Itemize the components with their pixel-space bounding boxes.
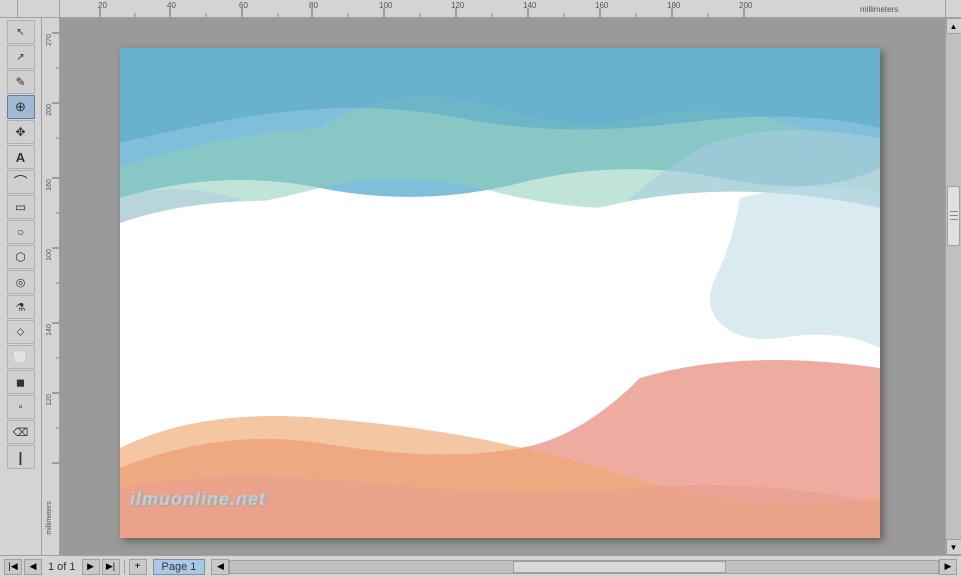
svg-text:200: 200	[46, 104, 53, 116]
app-container: 20 40 60 80 100 120 140 160 180 200	[0, 0, 961, 577]
scroll-track[interactable]	[946, 34, 961, 539]
svg-text:200: 200	[739, 1, 753, 10]
page-indicator: 1 of 1	[44, 561, 80, 573]
zoom-tool[interactable]: ⊕	[7, 95, 35, 119]
outline-tool[interactable]: ⬜	[7, 345, 35, 369]
add-page-btn[interactable]: +	[129, 559, 147, 575]
prev-page-btn[interactable]: ◀	[24, 559, 42, 575]
fill-tool[interactable]: ◼	[7, 370, 35, 394]
first-page-btn[interactable]: |◀	[4, 559, 22, 575]
pointer-tool[interactable]: ↖	[7, 20, 35, 44]
shadow-tool[interactable]: ▫	[7, 395, 35, 419]
svg-text:120: 120	[46, 394, 53, 406]
knife-tool[interactable]: |	[7, 445, 35, 469]
svg-text:180: 180	[667, 1, 681, 10]
svg-text:millimeters: millimeters	[46, 501, 53, 535]
svg-text:140: 140	[523, 1, 537, 10]
last-page-btn[interactable]: ▶|	[102, 559, 120, 575]
grip-line-3	[950, 219, 958, 220]
document-page: ilmuonline.net	[120, 48, 880, 538]
svg-text:160: 160	[595, 1, 609, 10]
grip-line-1	[950, 211, 958, 212]
polygon-tool[interactable]: ⬡	[7, 245, 35, 269]
svg-text:millimeters: millimeters	[860, 5, 898, 14]
rect-tool[interactable]: ▭	[7, 195, 35, 219]
svg-text:80: 80	[309, 1, 318, 10]
svg-text:140: 140	[46, 324, 53, 336]
eyedropper-tool[interactable]: ⚗	[7, 295, 35, 319]
curve-tool[interactable]: ⌒	[7, 170, 35, 194]
next-page-btn[interactable]: ▶	[82, 559, 100, 575]
scroll-down-btn[interactable]: ▼	[946, 539, 961, 555]
pan-tool[interactable]: ✥	[7, 120, 35, 144]
artwork-svg	[120, 48, 880, 538]
toolbar-top	[18, 0, 60, 18]
hscroll-track[interactable]	[229, 560, 939, 574]
left-toolbar: ↖ ↗ ✎ ⊕ ✥ A ⌒ ▭ ○ ⬡ ◎ ⚗ ⬦ ⬜ ◼ ▫ ⌫ |	[0, 18, 42, 555]
paintbucket-tool[interactable]: ⬦	[7, 320, 35, 344]
bottom-scrollbar[interactable]: ◀ ▶	[211, 559, 957, 575]
scroll-right-btn[interactable]: ▶	[939, 559, 957, 575]
subselect-tool[interactable]: ↗	[7, 45, 35, 69]
vertical-ruler: 270 200 160 100 140 120 mi	[42, 18, 60, 555]
right-scrollbar: ▲ ▼	[945, 18, 961, 555]
canvas-area[interactable]: ilmuonline.net	[60, 18, 945, 555]
hscroll-thumb[interactable]	[513, 561, 725, 573]
ruler-corner	[0, 0, 18, 18]
main-area: ↖ ↗ ✎ ⊕ ✥ A ⌒ ▭ ○ ⬡ ◎ ⚗ ⬦ ⬜ ◼ ▫ ⌫ | 270 …	[0, 18, 961, 555]
grip-line-2	[950, 215, 958, 216]
horizontal-ruler: 20 40 60 80 100 120 140 160 180 200	[60, 0, 945, 18]
spiral-tool[interactable]: ◎	[7, 270, 35, 294]
page-tab[interactable]: Page 1	[153, 559, 206, 575]
ruler-corner-right	[945, 0, 961, 18]
svg-text:100: 100	[379, 1, 393, 10]
svg-text:40: 40	[167, 1, 176, 10]
freehand-tool[interactable]: ✎	[7, 70, 35, 94]
svg-text:20: 20	[98, 1, 107, 10]
svg-text:160: 160	[46, 179, 53, 191]
svg-text:270: 270	[46, 34, 53, 46]
svg-text:120: 120	[451, 1, 465, 10]
scroll-thumb[interactable]	[947, 186, 960, 246]
ellipse-tool[interactable]: ○	[7, 220, 35, 244]
scroll-up-btn[interactable]: ▲	[946, 18, 961, 34]
scroll-left-btn[interactable]: ◀	[211, 559, 229, 575]
eraser-tool[interactable]: ⌫	[7, 420, 35, 444]
status-bar: |◀ ◀ 1 of 1 ▶ ▶| + Page 1 ◀ ▶	[0, 555, 961, 577]
text-tool[interactable]: A	[7, 145, 35, 169]
svg-text:100: 100	[46, 249, 53, 261]
top-ruler-area: 20 40 60 80 100 120 140 160 180 200	[0, 0, 961, 18]
scroll-grip	[950, 206, 958, 226]
status-sep-1	[124, 560, 125, 574]
svg-text:60: 60	[239, 1, 248, 10]
